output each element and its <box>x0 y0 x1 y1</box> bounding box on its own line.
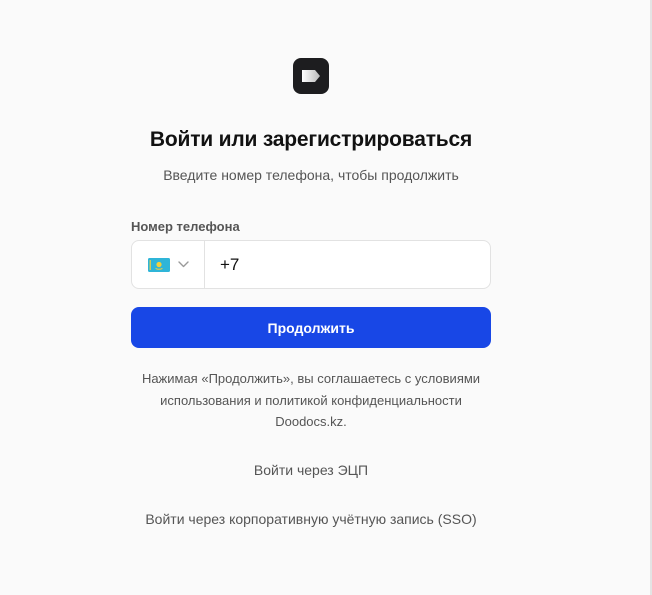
doodocs-logo-icon <box>293 58 329 94</box>
phone-field-label: Номер телефона <box>131 219 240 234</box>
page-subtitle: Введите номер телефона, чтобы продолжить <box>163 167 459 183</box>
continue-button[interactable]: Продолжить <box>131 307 491 348</box>
terms-consent-text: Нажимая «Продолжить», вы соглашаетесь с … <box>0 368 622 433</box>
consent-line-2: использования и политикой конфиденциальн… <box>160 392 462 408</box>
kazakhstan-flag-icon <box>147 257 170 272</box>
consent-line-1: Нажимая «Продолжить», вы соглашаетесь с … <box>141 371 481 386</box>
consent-line-3: Doodocs.kz. <box>275 414 347 429</box>
page-title: Войти или зарегистрироваться <box>149 128 473 151</box>
country-code-select[interactable] <box>132 241 205 288</box>
phone-number-input[interactable] <box>205 241 490 288</box>
chevron-down-icon <box>177 261 189 268</box>
login-with-eds-link[interactable]: Войти через ЭЦП <box>0 462 622 478</box>
phone-input-group <box>131 240 491 289</box>
login-with-sso-link[interactable]: Войти через корпоративную учётную запись… <box>0 511 622 527</box>
